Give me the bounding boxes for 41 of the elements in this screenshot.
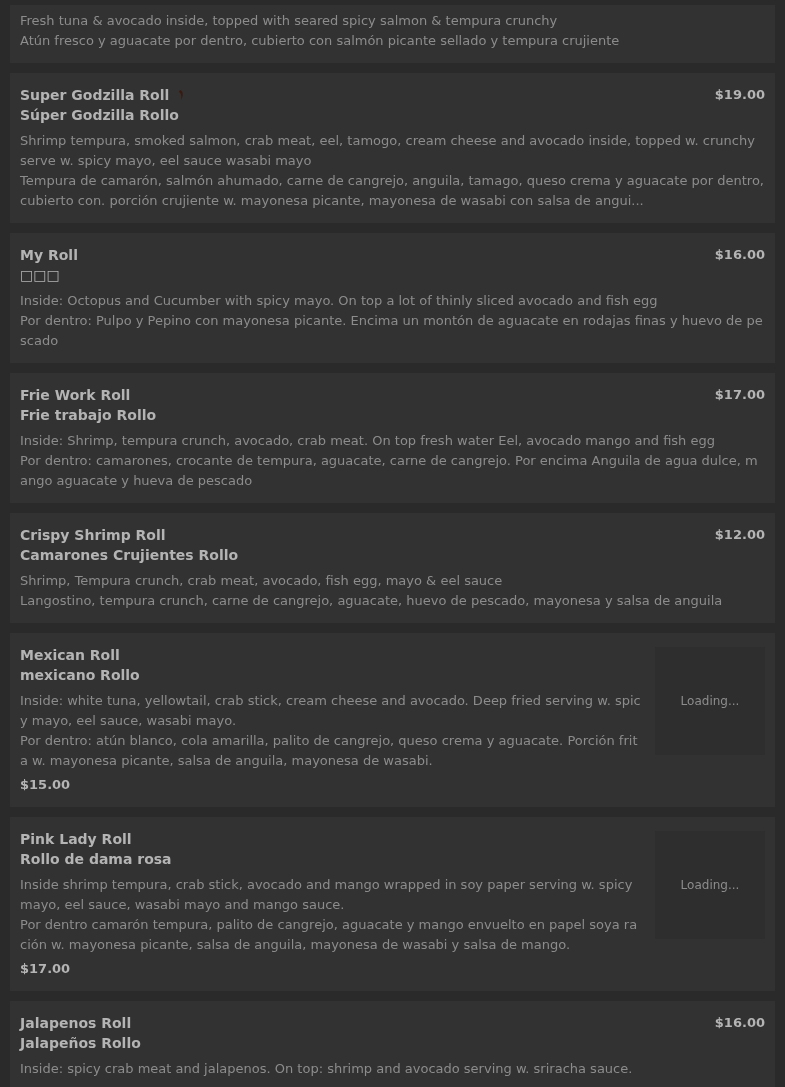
item-description: Shrimp tempura, smoked salmon, crab meat, eel, tamogo, cream cheese and avocado inside, topped w. crunchy serve w. spicy mayo, eel sauce wasabi mayo	[20, 132, 756, 170]
item-subtitle: □□□	[20, 266, 61, 285]
item-price: $16.00	[714, 246, 765, 264]
menu-item-card[interactable]: Fresh tuna & avocado inside, topped with seared spicy salmon & tempura crunchy Atún fresco y aguacate por dentro, cubierto con salmón picante sellado y tempura crujiente	[10, 5, 775, 63]
item-description: Atún fresco y aguacate por dentro, cubierto con salmón picante sellado y tempura crujiente	[20, 32, 621, 50]
item-price: $15.00	[20, 776, 72, 794]
item-subtitle: Rollo de dama rosa	[20, 850, 172, 869]
item-description: Inside shrimp tempura, crab stick, avocado and mango wrapped in soy paper serving w. spicy mayo, eel sauce, wasabi mayo and mango sauce.	[20, 876, 634, 914]
item-name: My Roll	[20, 246, 78, 265]
item-description: Por dentro: Pulpo y Pepino con mayonesa picante. Encima un montón de aguacate en rodajas finas y huevo de pescado	[20, 312, 764, 350]
item-description: Inside: white tuna, yellowtail, crab stick, cream cheese and avocado. Deep fried serving w. spicy mayo, eel sauce, wasabi mayo.	[20, 692, 642, 730]
item-price: $12.00	[714, 526, 765, 544]
item-name: Mexican Roll	[20, 646, 120, 665]
item-description: Por dentro: camarones, crocante de tempura, aguacate, carne de cangrejo. Por encima Anguila de agua dulce, mango aguacate y hueva de pescado	[20, 452, 759, 490]
item-subtitle: Camarones Crujientes Rollo	[20, 546, 239, 565]
item-subtitle: mexicano Rollo	[20, 666, 140, 685]
item-price: $16.00	[714, 1014, 765, 1032]
menu-item-card[interactable]: Jalapenos Roll Jalapeños Rollo $16.00 Inside: spicy crab meat and jalapenos. On top: shrimp and avocado serving w. sriracha sauce.	[10, 1001, 775, 1087]
item-name: Frie Work Roll	[20, 386, 131, 405]
item-price: $17.00	[20, 960, 72, 978]
item-description: Fresh tuna & avocado inside, topped with seared spicy salmon & tempura crunchy	[20, 12, 559, 30]
item-name: Crispy Shrimp Roll	[20, 526, 166, 545]
item-description: Por dentro: atún blanco, cola amarilla, palito de cangrejo, queso crema y aguacate. Porción frita w. mayonesa picante, salsa de anguila, mayonesa de wasabi.	[20, 732, 639, 770]
item-description: Por dentro camarón tempura, palito de cangrejo, aguacate y mango envuelto en papel soya ración w. mayonesa picante, salsa de anguila, mayonesa de wasabi y salsa de mango.	[20, 916, 639, 954]
item-description: Langostino, tempura crunch, carne de cangrejo, aguacate, huevo de pescado, mayonesa y salsa de anguila	[20, 592, 724, 610]
item-name: Jalapenos Roll	[20, 1014, 132, 1033]
item-subtitle: Súper Godzilla Rollo	[20, 106, 180, 125]
item-description: Tempura de camarón, salmón ahumado, carne de cangrejo, anguila, tamago, queso crema y aguacate por dentro, cubierto con. porción crujiente w. mayonesa picante, mayonesa de wasabi con salsa de angui...	[20, 172, 765, 210]
item-description: Inside: Shrimp, tempura crunch, avocado, crab meat. On top fresh water Eel, avocado mango and fish egg	[20, 432, 716, 450]
image-placeholder: Loading...	[655, 831, 765, 939]
image-placeholder: Loading...	[655, 647, 765, 755]
item-description: Inside: spicy crab meat and jalapenos. On top: shrimp and avocado serving w. sriracha sauce.	[20, 1060, 634, 1078]
item-subtitle: Jalapeños Rollo	[20, 1034, 141, 1053]
item-price: $17.00	[714, 386, 765, 404]
menu-item-card[interactable]	[10, 73, 775, 223]
item-name: Pink Lady Roll	[20, 830, 132, 849]
item-name: Super Godzilla Roll	[20, 86, 170, 105]
item-description: Shrimp, Tempura crunch, crab meat, avocado, fish egg, mayo & eel sauce	[20, 572, 504, 590]
item-subtitle: Frie trabajo Rollo	[20, 406, 157, 425]
item-price: $19.00	[714, 86, 765, 104]
item-description: Inside: Octopus and Cucumber with spicy mayo. On top a lot of thinly sliced avocado and fish egg	[20, 292, 659, 310]
